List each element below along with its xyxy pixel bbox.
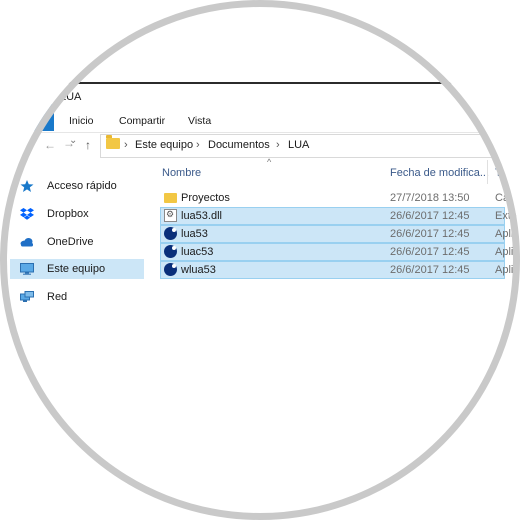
sidebar-item-label: Acceso rápido (47, 180, 117, 192)
file-name: Proyectos (181, 192, 230, 204)
column-header-type[interactable]: T (495, 167, 502, 179)
file-name: luac53 (181, 246, 214, 258)
tab-archivo[interactable] (0, 104, 54, 131)
recent-locations-icon[interactable]: ⌄ (69, 134, 77, 148)
file-name: lua53.dll (181, 210, 222, 222)
column-header-date[interactable]: Fecha de modifica... (390, 167, 489, 179)
sidebar-item-label: Este equipo (47, 263, 106, 275)
file-type: Exte (495, 210, 518, 222)
file-name: wlua53 (181, 264, 216, 276)
breadcrumb-separator: › (196, 139, 200, 151)
tab-compartir[interactable]: Compartir (119, 115, 165, 127)
column-header-name[interactable]: Nombre (162, 167, 201, 179)
breadcrumb-documentos[interactable]: Documentos (208, 139, 270, 151)
column-divider[interactable] (487, 160, 488, 184)
cloud-icon (20, 238, 33, 247)
window-title: LUA (60, 91, 82, 103)
folder-icon (164, 193, 177, 203)
breadcrumb-separator: › (124, 139, 128, 151)
dropbox-icon (20, 208, 34, 220)
file-date: 26/6/2017 12:45 (390, 264, 470, 276)
lua-app-icon (164, 227, 177, 240)
file-type: Apli (495, 264, 514, 276)
back-arrow-icon[interactable]: ← (44, 138, 56, 152)
file-type: Ca (495, 192, 510, 204)
breadcrumb-separator: › (276, 139, 280, 151)
sort-ascending-icon: ^ (267, 157, 272, 167)
sidebar-item-label: OneDrive (47, 236, 94, 248)
window-top-border (48, 82, 520, 84)
up-arrow-icon[interactable]: ↑ (85, 138, 91, 152)
computer-icon (20, 263, 34, 275)
tab-inicio[interactable]: Inicio (69, 115, 94, 127)
breadcrumb-lua[interactable]: LUA (288, 139, 309, 151)
breadcrumb-este-equipo[interactable]: Este equipo (135, 139, 193, 151)
lua-app-icon (164, 263, 177, 276)
file-type: Apli (495, 228, 514, 240)
file-date: 27/7/2018 13:50 (390, 192, 470, 204)
file-type: Apli (495, 246, 514, 258)
sidebar-item-label: Red (47, 291, 68, 303)
file-date: 26/6/2017 12:45 (390, 246, 470, 258)
file-date: 26/6/2017 12:45 (390, 228, 470, 240)
file-explorer-window: LUA Inicio Compartir Vista ← → ⌄ ↑ › Est… (0, 0, 520, 520)
star-icon (20, 180, 34, 192)
sidebar-item-label: Dropbox (47, 208, 89, 220)
lua-app-icon (164, 245, 177, 258)
tab-vista[interactable]: Vista (188, 115, 211, 127)
dll-file-icon (164, 209, 177, 222)
file-name: lua53 (181, 228, 208, 240)
file-date: 26/6/2017 12:45 (390, 210, 470, 222)
address-folder-icon (106, 135, 120, 149)
network-icon (20, 291, 34, 302)
